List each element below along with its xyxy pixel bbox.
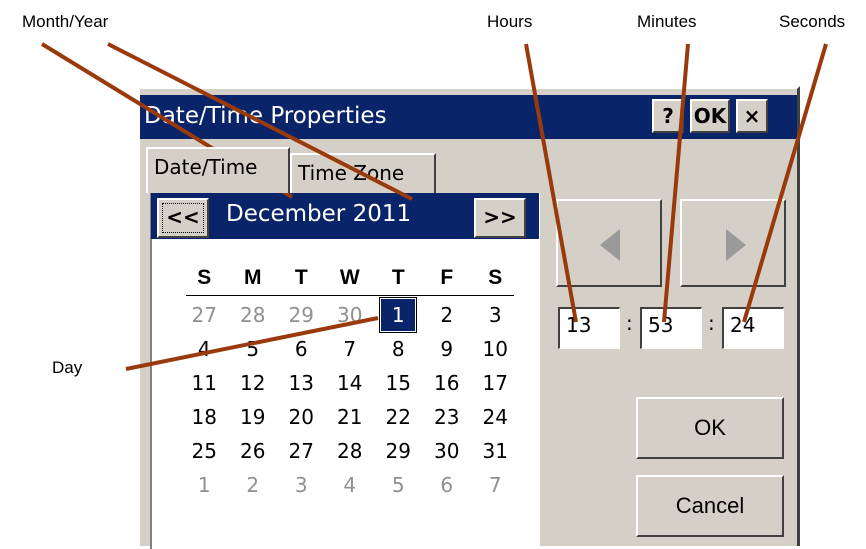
day-cell[interactable]: 12 [229, 366, 278, 400]
calendar-week: 27 28 29 30 1 2 3 [180, 297, 520, 333]
day-cell[interactable]: 29 [277, 298, 326, 332]
date-time-properties-dialog: Date/Time Properties ? OK × Date/Time Ti… [137, 86, 800, 549]
calendar-week: 18 19 20 21 22 23 24 [180, 400, 520, 434]
day-cell[interactable]: 24 [471, 400, 520, 434]
day-cell[interactable]: 14 [326, 366, 375, 400]
weekday-header: S M T W T F S [180, 261, 520, 295]
seconds-field[interactable]: 24 [722, 307, 784, 349]
selected-day-cell[interactable]: 1 [374, 297, 423, 333]
cancel-button[interactable]: Cancel [636, 475, 784, 537]
day-cell[interactable]: 9 [423, 332, 472, 366]
day-cell[interactable]: 6 [423, 468, 472, 502]
day-cell[interactable]: 5 [229, 332, 278, 366]
day-cell[interactable]: 7 [471, 468, 520, 502]
selected-day-label: 1 [379, 297, 418, 333]
tab-date-time[interactable]: Date/Time [146, 147, 290, 193]
calendar-week: 4 5 6 7 8 9 10 [180, 332, 520, 366]
day-cell[interactable]: 29 [374, 434, 423, 468]
weekday-sunday: S [197, 266, 212, 289]
decrement-time-button[interactable] [556, 199, 662, 287]
day-cell[interactable]: 25 [180, 434, 229, 468]
day-cell[interactable]: 3 [471, 298, 520, 332]
calendar-week: 25 26 27 28 29 30 31 [180, 434, 520, 468]
day-cell[interactable]: 30 [326, 298, 375, 332]
weekday-divider [186, 295, 514, 296]
day-cell[interactable]: 5 [374, 468, 423, 502]
day-cell[interactable]: 1 [180, 468, 229, 502]
day-cell[interactable]: 27 [277, 434, 326, 468]
left-arrow-icon [600, 229, 620, 261]
window-title: Date/Time Properties [144, 103, 387, 129]
day-cell[interactable]: 26 [229, 434, 278, 468]
day-cell[interactable]: 31 [471, 434, 520, 468]
day-cell[interactable]: 27 [180, 298, 229, 332]
day-cell[interactable]: 18 [180, 400, 229, 434]
weekday-tuesday: T [294, 266, 308, 289]
day-cell[interactable]: 13 [277, 366, 326, 400]
day-cell[interactable]: 28 [229, 298, 278, 332]
day-cell[interactable]: 19 [229, 400, 278, 434]
hours-field[interactable]: 13 [558, 307, 620, 349]
weekday-friday: F [440, 266, 454, 289]
day-cell[interactable]: 21 [326, 400, 375, 434]
calendar-week: 1 2 3 4 5 6 7 [180, 468, 520, 502]
calendar-grid: S M T W T F S 27 28 29 30 1 2 3 4 5 6 7 … [180, 261, 520, 502]
weekday-wednesday: W [339, 266, 360, 289]
day-cell[interactable]: 30 [423, 434, 472, 468]
tab-time-zone[interactable]: Time Zone [290, 153, 436, 193]
weekday-thursday: T [391, 266, 405, 289]
day-cell[interactable]: 28 [326, 434, 375, 468]
day-cell[interactable]: 20 [277, 400, 326, 434]
ok-button[interactable]: OK [636, 397, 784, 459]
time-separator: : [626, 311, 633, 335]
weekday-saturday: S [488, 266, 503, 289]
next-month-button[interactable]: >> [474, 198, 526, 238]
month-year-label[interactable]: December 2011 [226, 201, 411, 227]
annotation-hours: Hours [487, 12, 533, 31]
day-cell[interactable]: 22 [374, 400, 423, 434]
day-cell[interactable]: 3 [277, 468, 326, 502]
day-cell[interactable]: 4 [180, 332, 229, 366]
calendar-week: 11 12 13 14 15 16 17 [180, 366, 520, 400]
annotation-minutes: Minutes [637, 12, 697, 31]
annotation-month-year: Month/Year [22, 12, 109, 31]
right-arrow-icon [726, 229, 746, 261]
title-bar: Date/Time Properties ? OK × [140, 95, 797, 139]
annotation-seconds: Seconds [779, 12, 846, 31]
day-cell[interactable]: 2 [423, 298, 472, 332]
weekday-monday: M [244, 266, 262, 289]
day-cell[interactable]: 17 [471, 366, 520, 400]
titlebar-ok-button[interactable]: OK [690, 99, 730, 133]
close-button[interactable]: × [736, 99, 768, 133]
day-cell[interactable]: 8 [374, 332, 423, 366]
day-cell[interactable]: 10 [471, 332, 520, 366]
day-cell[interactable]: 2 [229, 468, 278, 502]
day-cell[interactable]: 11 [180, 366, 229, 400]
day-cell[interactable]: 15 [374, 366, 423, 400]
day-cell[interactable]: 23 [423, 400, 472, 434]
minutes-field[interactable]: 53 [640, 307, 702, 349]
day-cell[interactable]: 4 [326, 468, 375, 502]
annotation-day: Day [52, 358, 83, 377]
time-separator: : [708, 311, 715, 335]
help-button[interactable]: ? [652, 99, 684, 133]
increment-time-button[interactable] [680, 199, 786, 287]
day-cell[interactable]: 6 [277, 332, 326, 366]
day-cell[interactable]: 7 [326, 332, 375, 366]
previous-month-button[interactable]: << [157, 198, 209, 238]
day-cell[interactable]: 16 [423, 366, 472, 400]
